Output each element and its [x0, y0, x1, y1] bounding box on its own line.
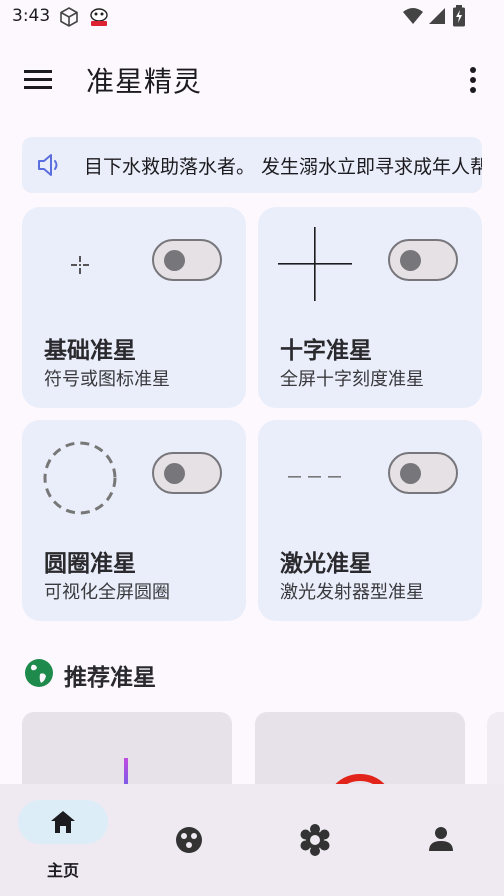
- card-title: 圆圈准星: [44, 551, 136, 577]
- battery-charging-icon: [453, 5, 465, 27]
- settings-gear-icon: [300, 824, 330, 856]
- toggle-knob: [400, 463, 421, 484]
- toggle-knob: [400, 250, 421, 271]
- home-icon: [51, 811, 75, 833]
- circle-crosshair-toggle[interactable]: [152, 452, 222, 494]
- notice-banner[interactable]: 目下水救助落水者。 发生溺水立即寻求成年人帮: [22, 137, 482, 193]
- app-badge-icon: [90, 8, 108, 26]
- hamburger-icon: [24, 70, 52, 89]
- person-icon: [429, 827, 453, 851]
- signal-icon: [429, 8, 445, 24]
- cube-icon: [60, 7, 78, 27]
- section-title-recommended: 推荐准星: [64, 665, 156, 691]
- card-subtitle: 符号或图标准星: [44, 369, 170, 390]
- card-subtitle: 全屏十字刻度准星: [280, 369, 424, 390]
- nav-item-palette[interactable]: [126, 784, 252, 896]
- palette-icon: [176, 827, 202, 853]
- nav-item-settings[interactable]: [252, 784, 378, 896]
- nav-item-home[interactable]: 主页: [0, 784, 126, 896]
- card-subtitle: 激光发射器型准星: [280, 582, 424, 603]
- nav-label-home: 主页: [46, 861, 79, 880]
- menu-button[interactable]: [16, 62, 60, 98]
- more-vert-icon: [470, 67, 476, 93]
- card-subtitle: 可视化全屏圆圈: [44, 582, 170, 603]
- bottom-navigation: 主页: [0, 784, 504, 896]
- notice-text: 目下水救助落水者。 发生溺水立即寻求成年人帮: [84, 156, 482, 178]
- laser-crosshair-icon: [288, 476, 341, 478]
- status-time: 3:43: [12, 6, 51, 26]
- globe-icon: [25, 659, 53, 687]
- card-circle-crosshair[interactable]: 圆圈准星 可视化全屏圆圈: [22, 420, 246, 621]
- cross-crosshair-icon: [278, 227, 352, 301]
- basic-crosshair-toggle[interactable]: [152, 239, 222, 281]
- speaker-icon: [36, 152, 66, 178]
- status-bar: 3:43: [0, 0, 504, 34]
- card-laser-crosshair[interactable]: 激光准星 激光发射器型准星: [258, 420, 482, 621]
- card-title: 激光准星: [280, 551, 372, 577]
- cross-crosshair-toggle[interactable]: [388, 239, 458, 281]
- nav-item-profile[interactable]: [378, 784, 504, 896]
- app-bar: 准星精灵: [0, 44, 504, 116]
- card-cross-crosshair[interactable]: 十字准星 全屏十字刻度准星: [258, 207, 482, 408]
- more-options-button[interactable]: [456, 62, 490, 98]
- card-title: 基础准星: [44, 338, 136, 364]
- card-basic-crosshair[interactable]: 基础准星 符号或图标准星: [22, 207, 246, 408]
- app-title: 准星精灵: [86, 65, 203, 98]
- laser-crosshair-toggle[interactable]: [388, 452, 458, 494]
- wifi-icon: [403, 8, 423, 24]
- toggle-knob: [164, 250, 185, 271]
- toggle-knob: [164, 463, 185, 484]
- circle-crosshair-icon: [43, 441, 117, 515]
- basic-crosshair-icon: [71, 256, 89, 274]
- card-title: 十字准星: [280, 338, 372, 364]
